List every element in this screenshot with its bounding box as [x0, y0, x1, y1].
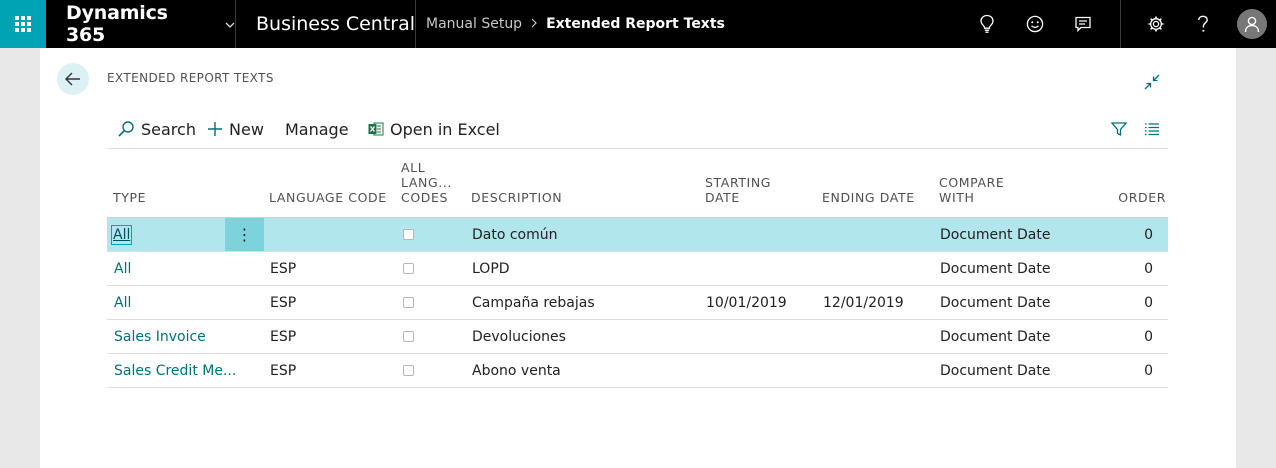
- new-label: New: [229, 119, 264, 139]
- column-header-compare-with-line2: WITH: [939, 190, 975, 205]
- all-language-codes-checkbox[interactable]: [403, 365, 414, 376]
- cell-order[interactable]: 0: [1144, 320, 1153, 353]
- cell-order[interactable]: 0: [1144, 252, 1153, 285]
- cell-compare-with[interactable]: Document Date: [940, 354, 1050, 387]
- table-row[interactable]: All ⋮ Dato común Document Date 0: [107, 218, 1168, 252]
- lightbulb-icon[interactable]: [963, 0, 1011, 48]
- cell-order[interactable]: 0: [1144, 286, 1153, 319]
- column-header-language-code[interactable]: LANGUAGE CODE: [269, 190, 387, 205]
- open-in-excel-label: Open in Excel: [390, 119, 500, 139]
- column-header-starting-date[interactable]: STARTING DATE: [705, 175, 771, 205]
- cell-description[interactable]: Devoluciones: [472, 320, 566, 353]
- cell-language-code[interactable]: ESP: [270, 320, 296, 353]
- manage-button[interactable]: Manage: [285, 118, 349, 140]
- column-header-type[interactable]: TYPE: [113, 190, 146, 205]
- cell-order[interactable]: 0: [1144, 354, 1153, 387]
- cell-type[interactable]: All: [114, 295, 131, 311]
- column-header-ending-date[interactable]: ENDING DATE: [822, 190, 915, 205]
- page-title: EXTENDED REPORT TEXTS: [107, 71, 274, 85]
- user-avatar-button[interactable]: [1228, 0, 1276, 48]
- cell-compare-with[interactable]: Document Date: [940, 218, 1050, 251]
- breadcrumb-current: Extended Report Texts: [546, 16, 725, 32]
- cell-language-code[interactable]: ESP: [270, 354, 296, 387]
- column-header-all-language-codes-line1: ALL: [401, 160, 426, 175]
- arrow-left-icon: [65, 72, 80, 86]
- column-header-all-language-codes[interactable]: ALL LANG... CODES: [401, 160, 452, 205]
- filter-icon[interactable]: [1108, 118, 1130, 140]
- nav-divider: [1120, 0, 1121, 48]
- search-button[interactable]: Search: [117, 118, 196, 140]
- smiley-icon[interactable]: [1011, 0, 1059, 48]
- new-button[interactable]: New: [207, 118, 264, 140]
- list-view-icon[interactable]: [1141, 118, 1163, 140]
- user-avatar-icon: [1237, 9, 1267, 39]
- column-header-all-language-codes-line2: LANG...: [401, 175, 452, 190]
- cell-description[interactable]: Abono venta: [472, 354, 561, 387]
- breadcrumb-manual-setup[interactable]: Manual Setup: [426, 16, 522, 32]
- waffle-icon: [15, 16, 31, 32]
- column-header-compare-with-line1: COMPARE: [939, 175, 1005, 190]
- column-header-all-language-codes-line3: CODES: [401, 190, 449, 205]
- cell-ending-date[interactable]: 12/01/2019: [823, 286, 904, 319]
- settings-icon[interactable]: [1132, 0, 1180, 48]
- collapse-button[interactable]: [1142, 72, 1162, 92]
- table-row[interactable]: All ESP Campaña rebajas 10/01/2019 12/01…: [107, 286, 1168, 320]
- app-launcher-button[interactable]: [0, 0, 46, 48]
- column-header-starting-date-line2: DATE: [705, 190, 740, 205]
- data-grid: TYPE LANGUAGE CODE ALL LANG... CODES DES…: [107, 149, 1168, 388]
- table-row[interactable]: Sales Invoice ESP Devoluciones Document …: [107, 320, 1168, 354]
- app-name[interactable]: Business Central: [236, 0, 416, 48]
- search-label: Search: [141, 119, 196, 139]
- cell-order[interactable]: 0: [1144, 218, 1153, 251]
- action-bar: Search New Manage Open in Excel: [107, 108, 1168, 149]
- chat-icon[interactable]: [1059, 0, 1107, 48]
- table-row[interactable]: Sales Credit Me... ESP Abono venta Docum…: [107, 354, 1168, 388]
- all-language-codes-checkbox[interactable]: [403, 297, 414, 308]
- cell-type[interactable]: All: [114, 261, 131, 277]
- cell-description[interactable]: LOPD: [472, 252, 510, 285]
- cell-type[interactable]: Sales Invoice: [114, 329, 206, 345]
- page-header: EXTENDED REPORT TEXTS: [40, 48, 1236, 108]
- chevron-down-icon: [225, 18, 235, 31]
- column-header-starting-date-line1: STARTING: [705, 175, 772, 190]
- grid-header: TYPE LANGUAGE CODE ALL LANG... CODES DES…: [107, 149, 1168, 218]
- all-language-codes-checkbox[interactable]: [403, 331, 414, 342]
- column-header-compare-with[interactable]: COMPARE WITH: [939, 175, 1004, 205]
- cell-language-code[interactable]: ESP: [270, 252, 296, 285]
- breadcrumb: Manual Setup Extended Report Texts: [416, 0, 725, 48]
- collapse-icon: [1144, 74, 1160, 90]
- more-vertical-icon: ⋮: [236, 225, 253, 244]
- product-switcher[interactable]: Dynamics 365: [46, 0, 236, 48]
- page-card: EXTENDED REPORT TEXTS Search New Manage: [40, 48, 1236, 468]
- product-name: Dynamics 365: [66, 2, 168, 46]
- top-nav-bar: Dynamics 365 Business Central Manual Set…: [0, 0, 1276, 48]
- row-actions-button[interactable]: ⋮: [225, 218, 264, 251]
- manage-label: Manage: [285, 119, 349, 139]
- cell-compare-with[interactable]: Document Date: [940, 252, 1050, 285]
- plus-icon: [207, 121, 223, 137]
- back-button[interactable]: [57, 63, 89, 95]
- cell-starting-date[interactable]: 10/01/2019: [706, 286, 787, 319]
- table-row[interactable]: All ESP LOPD Document Date 0: [107, 252, 1168, 286]
- help-icon[interactable]: [1179, 0, 1227, 48]
- all-language-codes-checkbox[interactable]: [403, 229, 414, 240]
- chevron-right-icon: [531, 17, 537, 31]
- cell-compare-with[interactable]: Document Date: [940, 286, 1050, 319]
- column-header-description[interactable]: DESCRIPTION: [471, 190, 562, 205]
- cell-compare-with[interactable]: Document Date: [940, 320, 1050, 353]
- cell-type[interactable]: Sales Credit Me...: [114, 363, 236, 379]
- page-content: Search New Manage Open in Excel TYPE LAN…: [40, 108, 1236, 468]
- excel-icon: [368, 121, 384, 137]
- cell-type[interactable]: All: [110, 224, 133, 245]
- column-header-order[interactable]: ORDER: [1118, 190, 1166, 205]
- all-language-codes-checkbox[interactable]: [403, 263, 414, 274]
- search-icon: [117, 120, 135, 138]
- cell-language-code[interactable]: ESP: [270, 286, 296, 319]
- open-in-excel-button[interactable]: Open in Excel: [368, 118, 500, 140]
- cell-description[interactable]: Campaña rebajas: [472, 286, 595, 319]
- cell-description[interactable]: Dato común: [472, 218, 558, 251]
